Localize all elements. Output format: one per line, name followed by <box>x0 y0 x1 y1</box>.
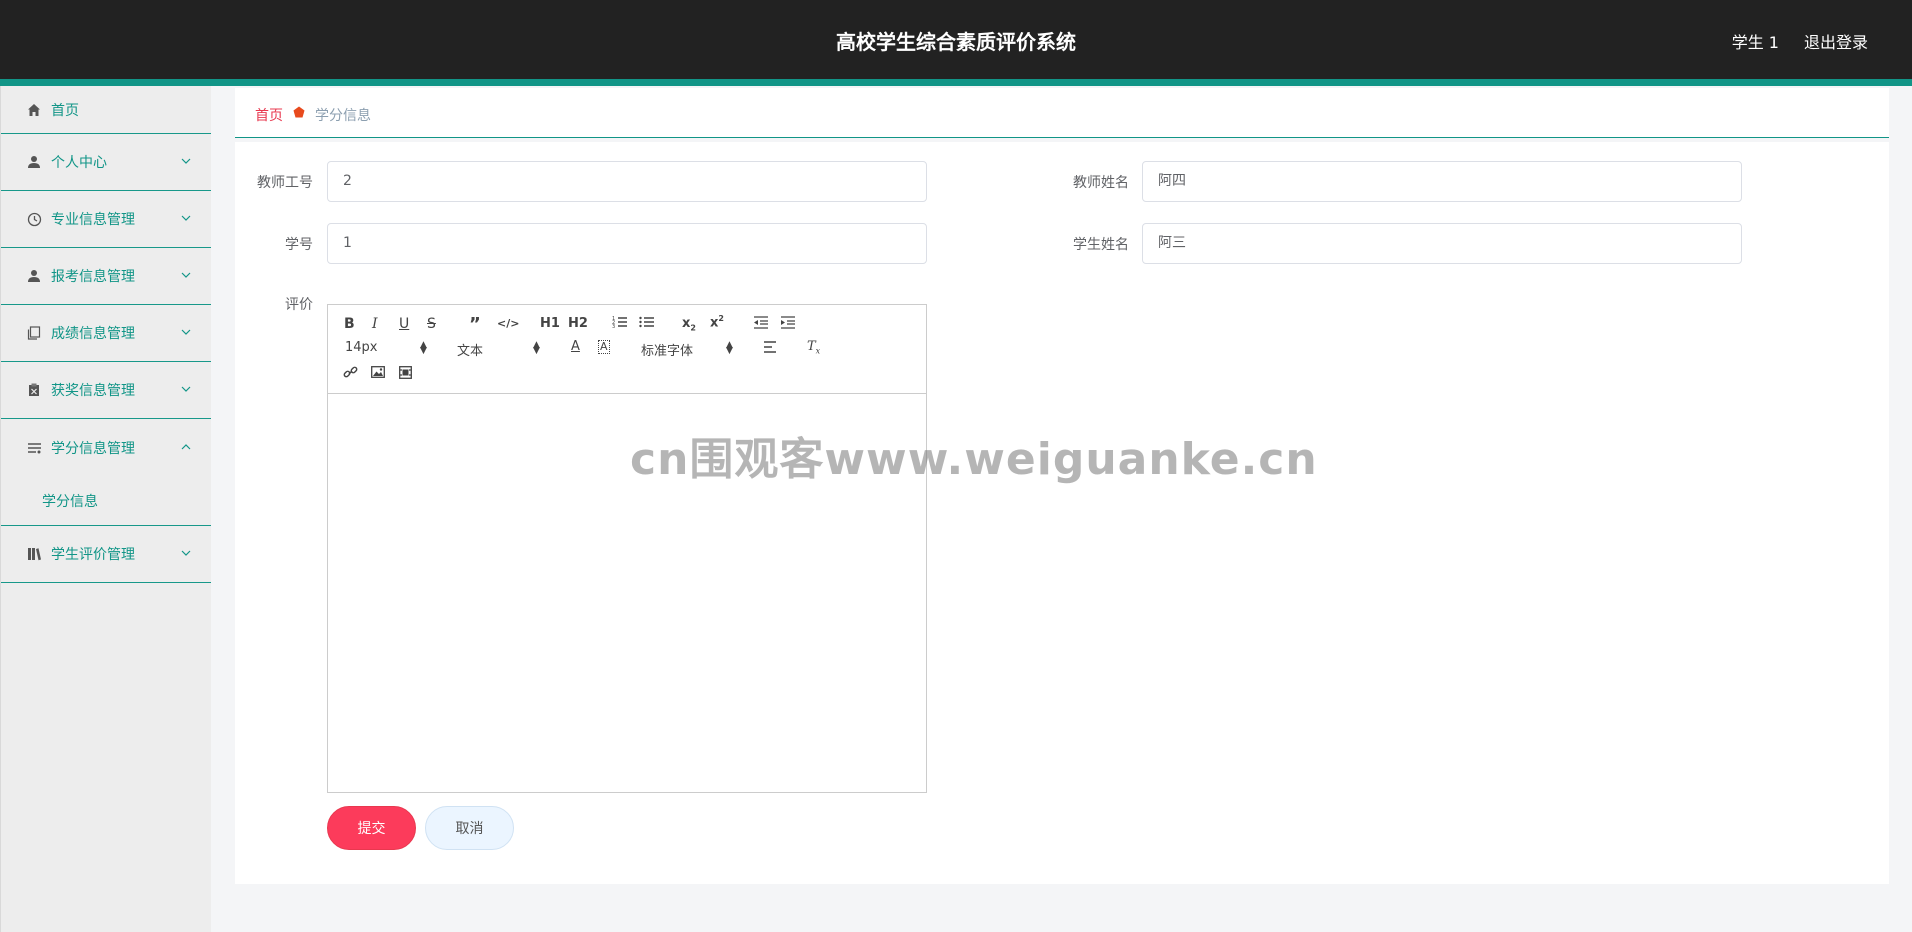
student-name-label: 学生姓名 <box>1073 237 1129 253</box>
student-name-field[interactable]: 阿三 <box>1142 223 1742 264</box>
select-arrows-icon: ▲ ▼ <box>533 340 540 356</box>
ordered-list-icon[interactable]: 123 <box>612 315 628 333</box>
sidebar-item-personal[interactable]: 个人中心 <box>1 134 211 191</box>
cancel-button[interactable]: 取消 <box>425 806 514 850</box>
breadcrumb-current: 学分信息 <box>315 108 371 124</box>
sidebar-item-grades[interactable]: 成绩信息管理 <box>1 305 211 362</box>
sidebar-item-label: 学生评价管理 <box>51 547 135 563</box>
sidebar-item-exam[interactable]: 报考信息管理 <box>1 248 211 305</box>
align-icon[interactable] <box>763 341 777 357</box>
form-panel: 教师工号 2 教师姓名 阿四 学号 1 学生姓名 阿三 评价 B I U S ”… <box>235 142 1889 884</box>
sidebar: 首页 个人中心 专业信息管理 报考信息管理 成绩信息管理 获奖信息管理 学分信息… <box>0 86 211 932</box>
strikethrough-icon[interactable]: S <box>427 316 436 332</box>
student-no-field[interactable]: 1 <box>327 223 927 264</box>
app-title: 高校学生综合素质评价系统 <box>836 30 1076 54</box>
font-color-icon[interactable]: A <box>571 339 580 354</box>
sidebar-subitem-label: 学分信息 <box>42 493 98 510</box>
sidebar-item-label: 首页 <box>51 102 79 119</box>
clipboard-icon <box>25 381 43 399</box>
indent-icon[interactable] <box>780 316 796 333</box>
watermark: cn围观客www.weiguanke.cn <box>630 434 1318 485</box>
user-icon <box>25 153 43 171</box>
outdent-icon[interactable] <box>753 316 769 333</box>
font-size-select[interactable]: 14px <box>345 340 378 355</box>
chevron-up-icon <box>181 443 191 449</box>
sidebar-item-label: 学分信息管理 <box>51 440 135 457</box>
student-no-label: 学号 <box>285 237 313 253</box>
font-family-select[interactable]: 标准字体 <box>641 340 693 359</box>
sidebar-item-label: 报考信息管理 <box>51 269 135 285</box>
chevron-down-icon <box>181 550 191 556</box>
sidebar-item-label: 成绩信息管理 <box>51 326 135 342</box>
chevron-down-icon <box>181 158 191 164</box>
editor-toolbar: B I U S ” </> H1 H2 123 x2 x2 14px ▲ ▼ 文… <box>328 305 926 394</box>
breadcrumb-home-link[interactable]: 首页 <box>255 105 283 125</box>
chevron-down-icon <box>181 329 191 335</box>
sidebar-item-home[interactable]: 首页 <box>1 86 211 134</box>
teacher-id-label: 教师工号 <box>257 175 313 191</box>
sidebar-subitem-credit-info[interactable]: 学分信息 <box>1 476 211 526</box>
sidebar-item-label: 个人中心 <box>51 155 107 171</box>
subscript-icon[interactable]: x2 <box>682 316 696 333</box>
logout-link[interactable]: 退出登录 <box>1804 29 1868 53</box>
sidebar-item-major[interactable]: 专业信息管理 <box>1 191 211 248</box>
top-header: 高校学生综合素质评价系统 学生 1 退出登录 <box>0 0 1912 79</box>
home-icon <box>25 101 43 119</box>
user-icon <box>25 267 43 285</box>
select-arrows-icon: ▲ ▼ <box>726 340 733 356</box>
sidebar-item-awards[interactable]: 获奖信息管理 <box>1 362 211 419</box>
link-icon[interactable] <box>343 365 358 384</box>
teacher-id-field[interactable]: 2 <box>327 161 927 202</box>
chevron-down-icon <box>181 272 191 278</box>
sidebar-item-evaluation[interactable]: 学生评价管理 <box>1 526 211 583</box>
breadcrumb-separator-icon <box>293 106 305 118</box>
italic-icon[interactable]: I <box>372 316 378 332</box>
sidebar-item-credits[interactable]: 学分信息管理 <box>1 419 211 476</box>
list-icon <box>25 439 43 457</box>
select-arrows-icon: ▲ ▼ <box>420 340 427 356</box>
heading-2-icon[interactable]: H2 <box>568 316 588 331</box>
current-user: 学生 1 <box>1731 33 1779 52</box>
chevron-down-icon <box>181 386 191 392</box>
teacher-name-field[interactable]: 阿四 <box>1142 161 1742 202</box>
video-icon[interactable] <box>399 366 412 383</box>
bold-icon[interactable]: B <box>344 316 355 332</box>
blockquote-icon[interactable]: ” <box>469 314 481 335</box>
sidebar-item-label: 获奖信息管理 <box>51 383 135 399</box>
header-select[interactable]: 文本 <box>457 340 483 359</box>
bullet-list-icon[interactable] <box>639 315 655 333</box>
code-icon[interactable]: </> <box>497 317 519 330</box>
underline-icon[interactable]: U <box>399 316 409 332</box>
superscript-icon[interactable]: x2 <box>710 314 724 330</box>
submit-button[interactable]: 提交 <box>327 806 416 850</box>
image-icon[interactable] <box>371 366 385 382</box>
clock-icon <box>25 210 43 228</box>
breadcrumb: 首页 学分信息 <box>235 88 1889 138</box>
chevron-down-icon <box>181 215 191 221</box>
teacher-name-label: 教师姓名 <box>1073 175 1129 191</box>
svg-text:3: 3 <box>612 324 615 329</box>
book-icon <box>25 545 43 563</box>
rich-text-editor: B I U S ” </> H1 H2 123 x2 x2 14px ▲ ▼ 文… <box>327 304 927 793</box>
review-label: 评价 <box>285 297 313 313</box>
header-accent-line <box>0 79 1912 86</box>
copy-icon <box>25 324 43 342</box>
background-color-icon[interactable]: A <box>598 340 610 354</box>
sidebar-item-label: 专业信息管理 <box>51 212 135 228</box>
clear-format-icon[interactable]: Tx <box>807 339 820 356</box>
heading-1-icon[interactable]: H1 <box>540 316 560 331</box>
